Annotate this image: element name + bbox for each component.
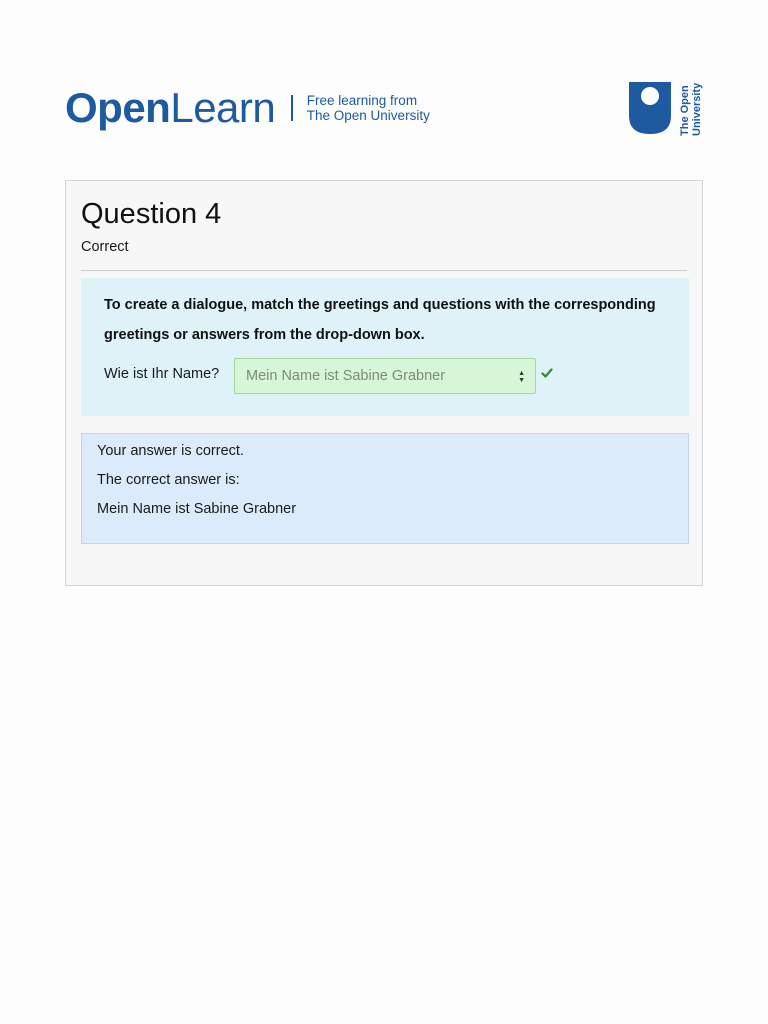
answer-select[interactable]: Mein Name ist Sabine Grabner ▲ ▼ [234, 358, 536, 394]
question-title: Question 4 [81, 198, 222, 230]
tagline-line-1: Free learning from [306, 93, 418, 108]
updown-arrows-icon: ▲ ▼ [518, 370, 525, 384]
open-university-shield-icon [629, 82, 671, 134]
check-icon [541, 368, 553, 378]
openlearn-logo[interactable]: OpenLearn Free learning from The Open Un… [65, 84, 430, 132]
ou-text-line-2: University [691, 82, 703, 136]
question-prompt: To create a dialogue, match the greeting… [104, 297, 656, 343]
open-university-logo[interactable]: The Open University [627, 80, 703, 136]
site-header: OpenLearn Free learning from The Open Un… [65, 80, 703, 140]
tagline: Free learning from The Open University [307, 93, 430, 123]
question-status: Correct [81, 239, 129, 255]
tagline-line-2: The Open University [306, 108, 430, 123]
question-formulation: To create a dialogue, match the greeting… [81, 278, 689, 416]
match-item-label: Wie ist Ihr Name? [104, 366, 220, 382]
ou-text-line-1: The Open [679, 85, 691, 136]
question-card: Question 4 Correct To create a dialogue,… [65, 180, 703, 586]
brand-divider [291, 95, 293, 121]
feedback-box: Your answer is correct. The correct answ… [81, 433, 689, 544]
wordmark-open: Open [65, 84, 171, 131]
open-university-text: The Open University [679, 80, 703, 136]
wordmark-learn: Learn [170, 84, 276, 131]
correct-answer: Mein Name ist Sabine Grabner [97, 501, 297, 517]
openlearn-wordmark: OpenLearn [65, 84, 276, 132]
answer-select-value: Mein Name ist Sabine Grabner [246, 368, 446, 384]
question-divider [81, 270, 687, 271]
correct-answer-heading: The correct answer is: [97, 472, 240, 488]
feedback-result: Your answer is correct. [97, 443, 244, 459]
